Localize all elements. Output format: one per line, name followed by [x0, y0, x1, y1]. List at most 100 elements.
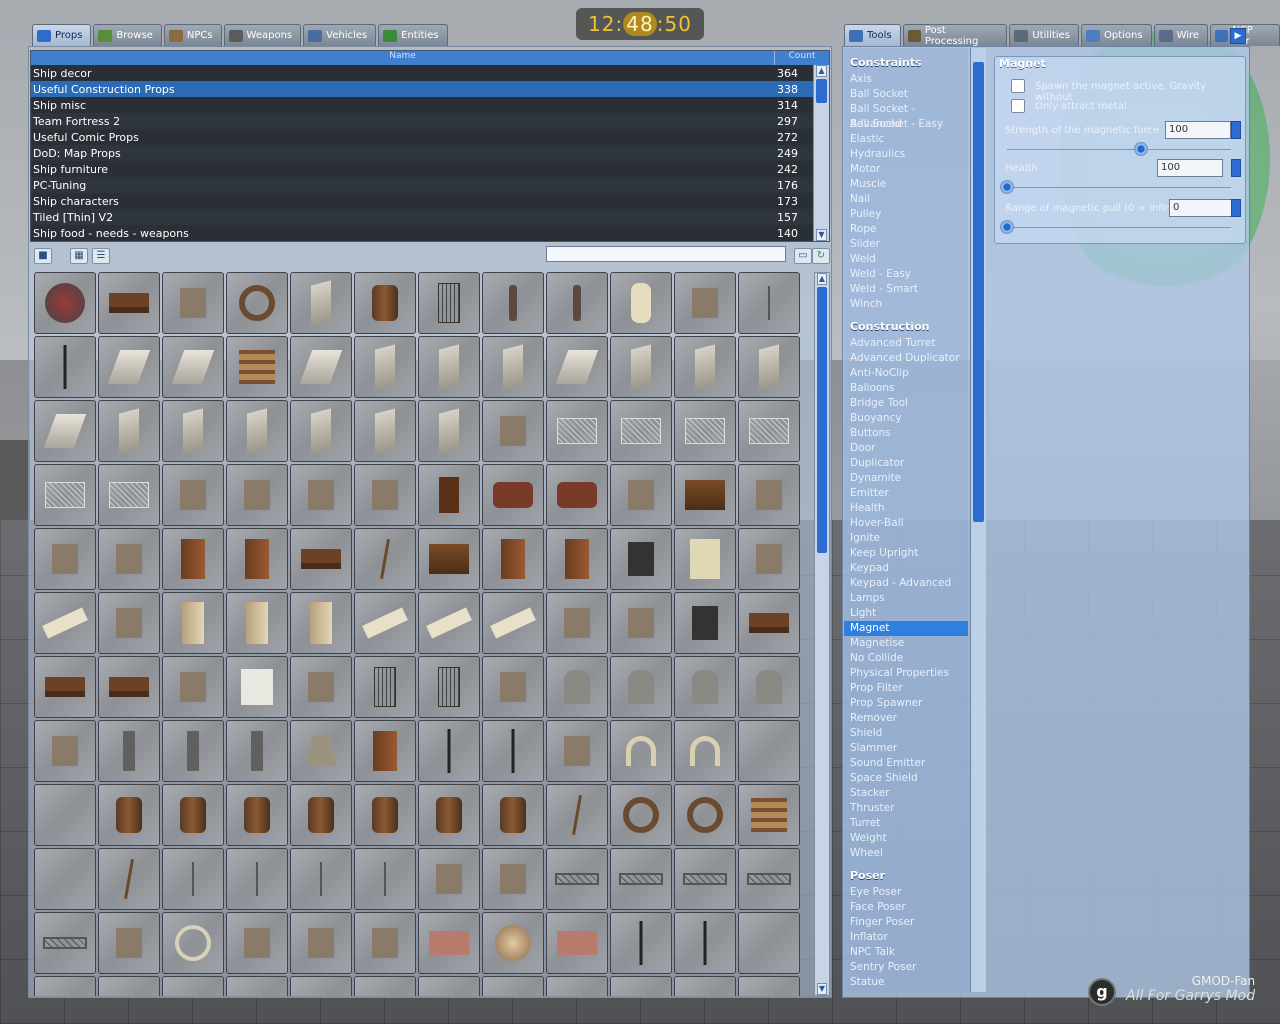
prop-cell[interactable] — [290, 592, 352, 654]
prop-cell[interactable] — [738, 656, 800, 718]
prop-cell[interactable] — [34, 912, 96, 974]
strength-input[interactable]: 100 — [1165, 121, 1231, 139]
prop-cell[interactable] — [418, 976, 480, 996]
prop-cell[interactable] — [226, 656, 288, 718]
prop-cell[interactable] — [354, 912, 416, 974]
tool-item[interactable]: Elastic — [844, 132, 968, 147]
prop-cell[interactable] — [546, 656, 608, 718]
prop-cell[interactable] — [162, 592, 224, 654]
tool-item[interactable]: Balloons — [844, 381, 968, 396]
tool-item[interactable]: Keypad - Advanced — [844, 576, 968, 591]
prop-cell[interactable] — [354, 400, 416, 462]
prop-cell[interactable] — [610, 336, 672, 398]
prop-cell[interactable] — [34, 848, 96, 910]
prop-cell[interactable] — [98, 400, 160, 462]
tool-item[interactable]: Door — [844, 441, 968, 456]
scroll-down-arrow-icon[interactable]: ▼ — [816, 229, 827, 241]
tool-item[interactable]: No Collide — [844, 651, 968, 666]
prop-cell[interactable] — [98, 976, 160, 996]
prop-cell[interactable] — [34, 400, 96, 462]
tool-tab-2[interactable]: Utilities — [1009, 24, 1079, 46]
prop-cell[interactable] — [482, 976, 544, 996]
prop-cell[interactable] — [546, 336, 608, 398]
prop-cell[interactable] — [418, 272, 480, 334]
prop-cell[interactable] — [290, 976, 352, 996]
prop-cell[interactable] — [162, 976, 224, 996]
prop-cell[interactable] — [418, 592, 480, 654]
tool-item[interactable]: Buttons — [844, 426, 968, 441]
prop-cell[interactable] — [290, 784, 352, 846]
health-slider-knob[interactable] — [1000, 180, 1014, 194]
tool-item[interactable]: Axis — [844, 72, 968, 87]
tool-item[interactable]: Face Poser — [844, 900, 968, 915]
prop-cell[interactable] — [34, 528, 96, 590]
tool-item[interactable]: Sentry Poser — [844, 960, 968, 975]
prop-cell[interactable] — [162, 848, 224, 910]
prop-cell[interactable] — [98, 848, 160, 910]
prop-cell[interactable] — [290, 720, 352, 782]
prop-cell[interactable] — [674, 528, 736, 590]
prop-cell[interactable] — [482, 784, 544, 846]
tool-item[interactable]: Ball Socket - Easy — [844, 117, 968, 132]
prop-cell[interactable] — [546, 272, 608, 334]
prop-cell[interactable] — [290, 912, 352, 974]
tool-item[interactable]: Thruster — [844, 801, 968, 816]
tool-item[interactable]: Duplicator — [844, 456, 968, 471]
prop-cell[interactable] — [610, 976, 672, 996]
prop-cell[interactable] — [354, 976, 416, 996]
prop-cell[interactable] — [738, 912, 800, 974]
prop-cell[interactable] — [610, 400, 672, 462]
tool-item[interactable]: Health — [844, 501, 968, 516]
search-input[interactable] — [546, 246, 786, 262]
tool-item[interactable]: Hover-Ball — [844, 516, 968, 531]
prop-cell[interactable] — [738, 528, 800, 590]
tool-item[interactable]: Bridge Tool — [844, 396, 968, 411]
scroll-up-arrow-icon[interactable]: ▲ — [816, 65, 827, 77]
prop-cell[interactable] — [162, 656, 224, 718]
prop-cell[interactable] — [674, 592, 736, 654]
prop-cell[interactable] — [162, 400, 224, 462]
tool-item[interactable]: Light — [844, 606, 968, 621]
tool-item[interactable]: Buoyancy — [844, 411, 968, 426]
tool-item[interactable]: Weld - Smart — [844, 282, 968, 297]
prop-cell[interactable] — [418, 912, 480, 974]
prop-cell[interactable] — [738, 272, 800, 334]
prop-cell[interactable] — [546, 592, 608, 654]
prop-cell[interactable] — [226, 976, 288, 996]
spawn-tab-4[interactable]: Vehicles — [303, 24, 377, 46]
tool-item[interactable]: Lamps — [844, 591, 968, 606]
prop-cell[interactable] — [162, 464, 224, 526]
prop-cell[interactable] — [482, 656, 544, 718]
tool-item[interactable]: Prop Spawner — [844, 696, 968, 711]
prop-cell[interactable] — [674, 784, 736, 846]
category-row[interactable]: DoD: Map Props 249 — [31, 145, 829, 161]
range-slider-track[interactable] — [1007, 227, 1231, 228]
prop-cell[interactable] — [546, 912, 608, 974]
prop-cell[interactable] — [162, 272, 224, 334]
tool-item[interactable]: Statue — [844, 975, 968, 990]
health-spinner[interactable] — [1231, 159, 1241, 177]
prop-grid-scrollbar[interactable]: ▲ ▼ — [814, 272, 830, 996]
prop-cell[interactable] — [546, 784, 608, 846]
prop-cell[interactable] — [226, 720, 288, 782]
prop-cell[interactable] — [546, 400, 608, 462]
prop-cell[interactable] — [482, 272, 544, 334]
tool-item[interactable]: Finger Poser — [844, 915, 968, 930]
prop-cell[interactable] — [226, 848, 288, 910]
prop-cell[interactable] — [738, 464, 800, 526]
spawn-tab-3[interactable]: Weapons — [223, 24, 302, 46]
tool-item[interactable]: Ignite — [844, 531, 968, 546]
scroll-thumb[interactable] — [816, 79, 827, 103]
prop-cell[interactable] — [34, 272, 96, 334]
tool-item[interactable]: Slammer — [844, 741, 968, 756]
category-row[interactable]: Team Fortress 2 297 — [31, 113, 829, 129]
prop-cell[interactable] — [674, 656, 736, 718]
tool-item[interactable]: Muscle — [844, 177, 968, 192]
tool-item[interactable]: Anti-NoClip — [844, 366, 968, 381]
prop-cell[interactable] — [546, 976, 608, 996]
category-row[interactable]: Ship furniture 242 — [31, 161, 829, 177]
prop-cell[interactable] — [290, 336, 352, 398]
prop-cell[interactable] — [226, 400, 288, 462]
prop-cell[interactable] — [98, 528, 160, 590]
spawn-active-checkbox[interactable] — [1011, 79, 1025, 93]
